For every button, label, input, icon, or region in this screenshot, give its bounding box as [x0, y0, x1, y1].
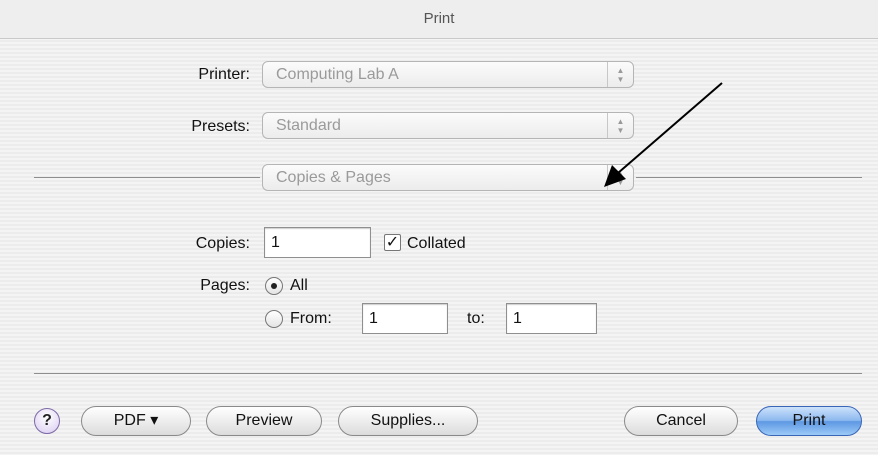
pages-to-field[interactable]: 1 [506, 303, 597, 334]
printer-popup[interactable]: Computing Lab A ▲ ▼ [262, 61, 634, 88]
pages-to-label: to: [467, 310, 485, 327]
window-title: Print [0, 0, 878, 39]
print-button[interactable]: Print [756, 406, 862, 436]
pages-from-field[interactable]: 1 [362, 303, 448, 334]
pages-from-radio[interactable] [265, 310, 283, 328]
annotation-arrow-icon [604, 82, 723, 187]
copies-field[interactable]: 1 [264, 227, 371, 258]
preview-button[interactable]: Preview [206, 406, 322, 436]
presets-value: Standard [276, 117, 341, 134]
cancel-button[interactable]: Cancel [624, 406, 738, 436]
pages-all-label[interactable]: All [290, 277, 308, 295]
printer-label: Printer: [198, 66, 250, 83]
copies-label: Copies: [195, 235, 250, 252]
presets-popup[interactable]: Standard ▲ ▼ [262, 112, 634, 139]
collated-label[interactable]: Collated [407, 235, 466, 253]
panel-value: Copies & Pages [276, 169, 391, 186]
panel-popup[interactable]: Copies & Pages ▲▼ [262, 164, 634, 191]
supplies-button[interactable]: Supplies... [338, 406, 478, 436]
pages-all-radio[interactable] [265, 277, 283, 295]
help-button[interactable]: ? [34, 408, 60, 434]
collated-checkbox[interactable]: ✓ [384, 234, 401, 251]
presets-label: Presets: [191, 118, 250, 135]
printer-value: Computing Lab A [276, 66, 399, 83]
pages-label: Pages: [200, 277, 250, 294]
pages-from-label[interactable]: From: [290, 310, 332, 328]
pdf-button[interactable]: PDF ▾ [81, 406, 191, 436]
separator-left [34, 177, 260, 178]
bottom-separator [34, 373, 862, 374]
